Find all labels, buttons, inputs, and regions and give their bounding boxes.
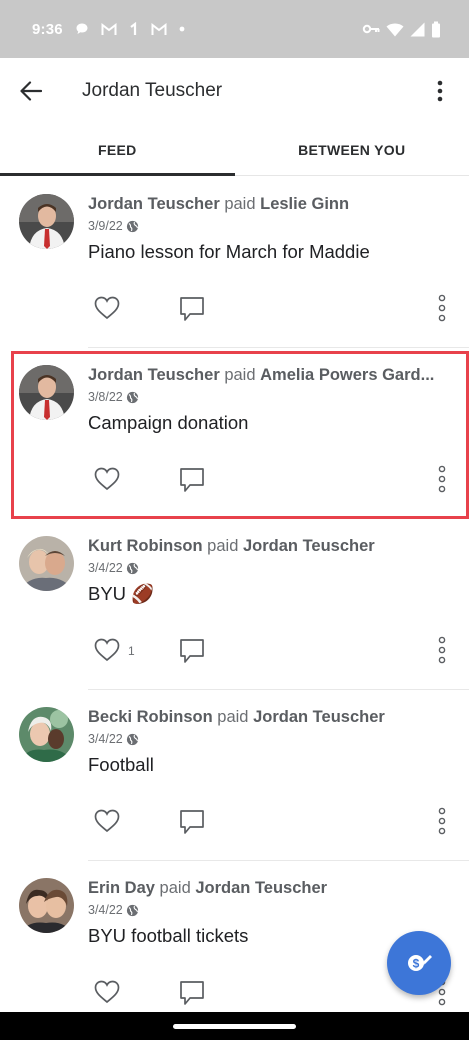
more-vertical-icon xyxy=(437,80,443,102)
story-actor[interactable]: Erin Day xyxy=(88,879,155,897)
story-date-row: 3/9/22 xyxy=(88,219,139,233)
story-note: Football xyxy=(88,754,154,775)
story-headline: Becki Robinson paid Jordan Teuscher xyxy=(88,708,385,726)
gmail-icon xyxy=(151,22,167,35)
story-note: BYU football tickets xyxy=(88,925,249,946)
back-button[interactable] xyxy=(0,58,62,124)
dot-icon xyxy=(179,26,185,32)
like-count: 1 xyxy=(128,644,135,658)
comment-icon[interactable] xyxy=(178,637,206,665)
more-vertical-icon[interactable] xyxy=(435,294,449,322)
comment-icon[interactable] xyxy=(178,466,206,494)
tab-feed[interactable]: FEED xyxy=(0,124,235,176)
story-date: 3/4/22 xyxy=(88,561,123,575)
more-options-button[interactable] xyxy=(425,76,455,106)
story-actor[interactable]: Becki Robinson xyxy=(88,708,213,726)
svg-text:$: $ xyxy=(413,957,420,971)
feed-story[interactable]: Jordan Teuscher paid Amelia Powers Gard.… xyxy=(0,348,469,519)
page-title: Jordan Teuscher xyxy=(82,80,223,101)
avatar[interactable] xyxy=(19,878,74,933)
wifi-icon xyxy=(386,23,404,36)
tab-bar: FEED BETWEEN YOU xyxy=(0,124,469,176)
system-navigation-bar xyxy=(0,1012,469,1040)
avatar[interactable] xyxy=(19,536,74,591)
story-headline: Jordan Teuscher paid Amelia Powers Gard.… xyxy=(88,366,435,384)
story-target[interactable]: Jordan Teuscher xyxy=(253,708,385,726)
cell-signal-icon xyxy=(410,22,425,36)
comment-icon[interactable] xyxy=(178,295,206,323)
globe-icon xyxy=(126,220,138,232)
story-note: Campaign donation xyxy=(88,412,249,433)
globe-icon xyxy=(126,562,138,574)
gmail-icon xyxy=(101,22,117,35)
story-target[interactable]: Jordan Teuscher xyxy=(195,879,327,897)
story-date: 3/8/22 xyxy=(88,390,123,404)
story-headline: Erin Day paid Jordan Teuscher xyxy=(88,879,328,897)
heart-icon[interactable] xyxy=(93,465,121,493)
arrow-left-icon xyxy=(20,81,42,101)
story-note: BYU 🏈 xyxy=(88,583,155,604)
story-headline: Kurt Robinson paid Jordan Teuscher xyxy=(88,537,375,555)
story-headline: Jordan Teuscher paid Leslie Ginn xyxy=(88,195,350,213)
pay-request-icon: $ xyxy=(408,955,432,971)
comment-icon[interactable] xyxy=(178,808,206,836)
more-vertical-icon[interactable] xyxy=(435,807,449,835)
story-actor[interactable]: Kurt Robinson xyxy=(88,537,203,555)
tab-between-you[interactable]: BETWEEN YOU xyxy=(235,124,469,175)
story-date-row: 3/4/22 xyxy=(88,732,139,746)
system-icons xyxy=(362,21,441,38)
chat-bubble-icon xyxy=(76,23,88,34)
story-target[interactable]: Jordan Teuscher xyxy=(243,537,375,555)
feed-list: Jordan Teuscher paid Leslie Ginn 3/9/22 … xyxy=(0,177,469,1032)
globe-icon xyxy=(126,904,138,916)
globe-icon xyxy=(126,391,138,403)
story-actor[interactable]: Jordan Teuscher xyxy=(88,366,220,384)
heart-icon[interactable] xyxy=(93,807,121,835)
signal-one-icon xyxy=(130,22,136,35)
comment-icon[interactable] xyxy=(178,979,206,1007)
pay-request-button[interactable]: $ xyxy=(387,931,451,995)
story-actor[interactable]: Jordan Teuscher xyxy=(88,195,220,213)
heart-icon[interactable] xyxy=(93,294,121,322)
story-target[interactable]: Amelia Powers Gard... xyxy=(260,366,434,384)
story-date-row: 3/4/22 xyxy=(88,903,139,917)
more-vertical-icon[interactable] xyxy=(435,636,449,664)
globe-icon xyxy=(126,733,138,745)
feed-story[interactable]: Kurt Robinson paid Jordan Teuscher 3/4/2… xyxy=(0,519,469,690)
story-target[interactable]: Leslie Ginn xyxy=(260,195,349,213)
story-actions xyxy=(88,294,451,324)
more-vertical-icon[interactable] xyxy=(435,465,449,493)
avatar[interactable] xyxy=(19,194,74,249)
story-date-row: 3/4/22 xyxy=(88,561,139,575)
status-bar: 9:36 xyxy=(0,0,469,58)
avatar[interactable] xyxy=(19,365,74,420)
story-date-row: 3/8/22 xyxy=(88,390,139,404)
avatar[interactable] xyxy=(19,707,74,762)
heart-icon[interactable] xyxy=(93,978,121,1006)
story-actions: 1 xyxy=(88,636,451,666)
story-date: 3/4/22 xyxy=(88,732,123,746)
key-icon xyxy=(362,24,380,34)
home-gesture-handle[interactable] xyxy=(173,1024,296,1029)
heart-icon[interactable] xyxy=(93,636,121,664)
story-actions xyxy=(88,807,451,837)
notification-icons xyxy=(75,22,185,36)
story-note: Piano lesson for March for Maddie xyxy=(88,241,370,262)
app-bar: Jordan Teuscher xyxy=(0,58,469,124)
battery-icon xyxy=(432,21,440,37)
feed-story[interactable]: Becki Robinson paid Jordan Teuscher 3/4/… xyxy=(0,690,469,861)
status-time: 9:36 xyxy=(32,20,63,38)
story-date: 3/9/22 xyxy=(88,219,123,233)
story-actions xyxy=(88,465,451,495)
feed-story[interactable]: Jordan Teuscher paid Leslie Ginn 3/9/22 … xyxy=(0,177,469,348)
story-date: 3/4/22 xyxy=(88,903,123,917)
